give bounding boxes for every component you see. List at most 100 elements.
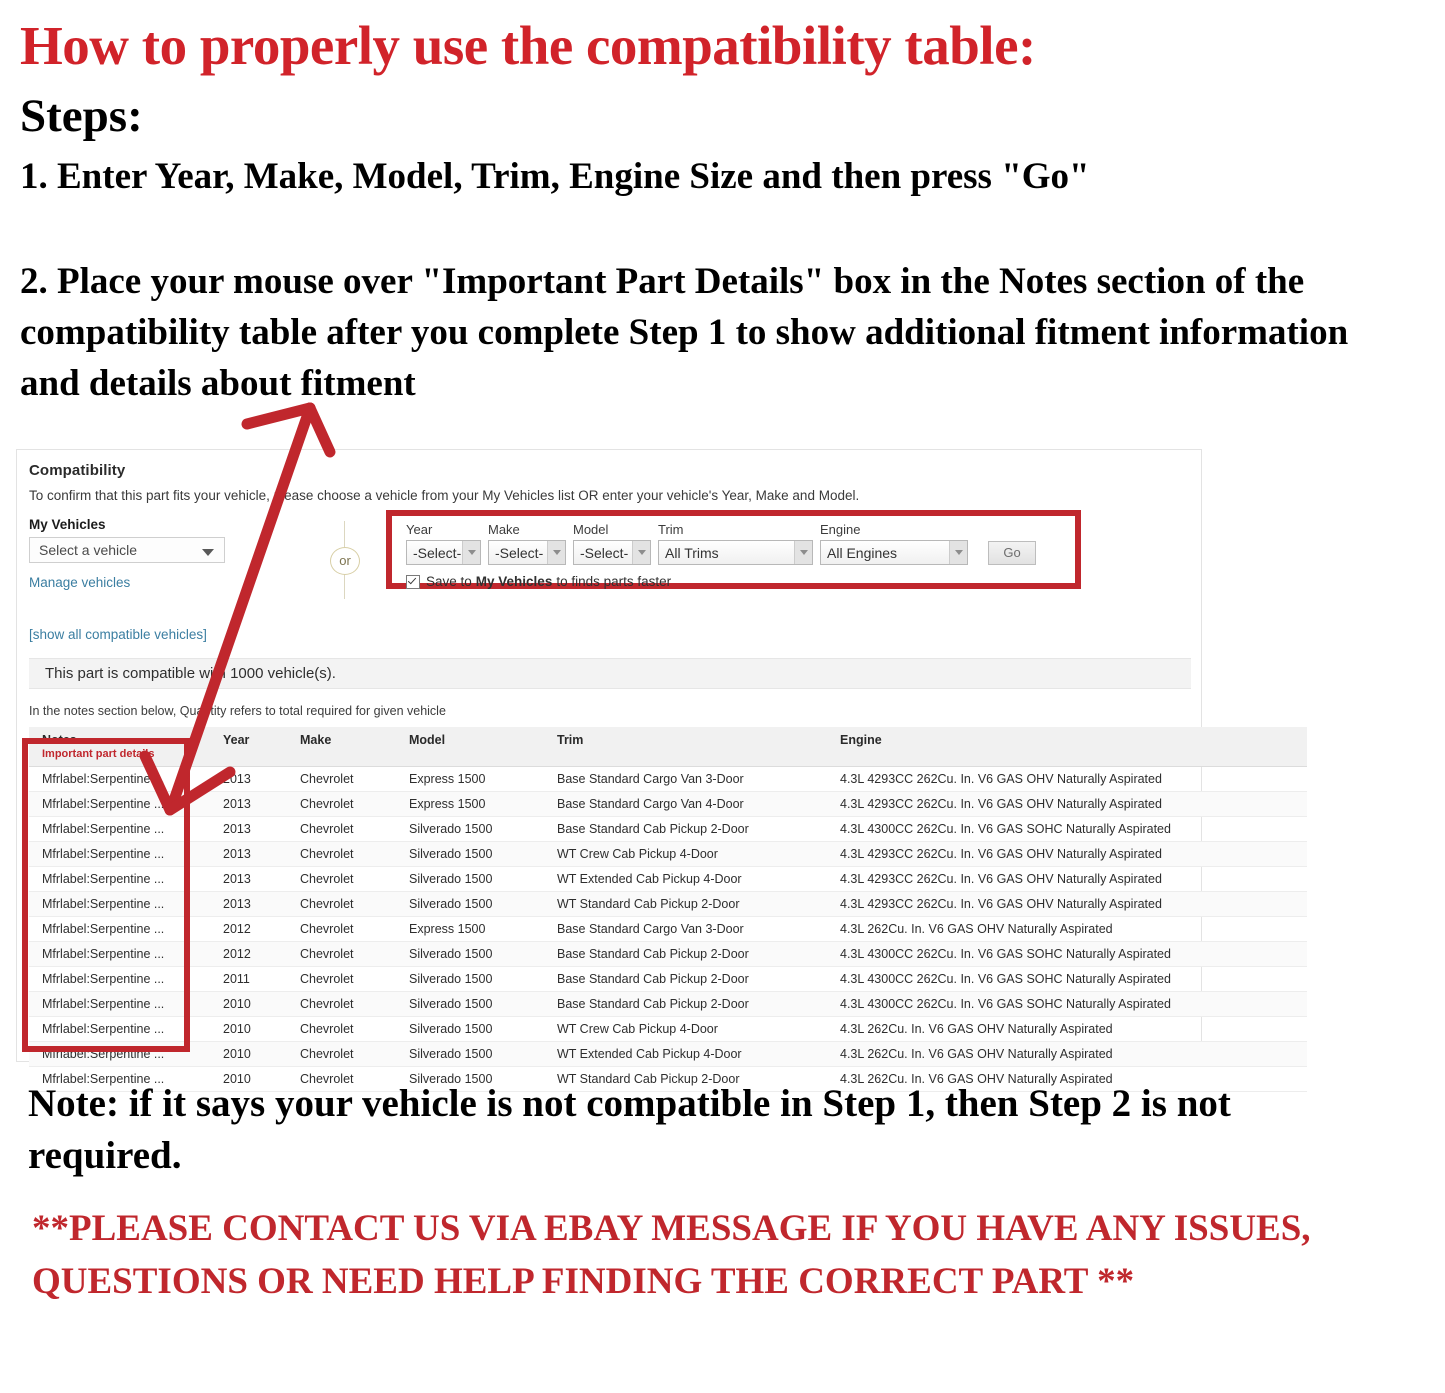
cell-trim: Base Standard Cab Pickup 2-Door [544,991,827,1017]
compatibility-subtitle: To confirm that this part fits your vehi… [29,488,860,503]
table-row[interactable]: Mfrlabel:Serpentine ... 2013 Chevrolet Expr… [29,791,1307,817]
cell-notes: Mfrlabel:Serpentine ... [29,1016,210,1042]
table-row[interactable]: Mfrlabel:Serpentine ... 2013 Chevrolet Silv… [29,866,1307,892]
save-to-my-vehicles-row[interactable]: Save to My Vehicles to finds parts faste… [406,574,1036,589]
cell-engine: 4.3L 4293CC 262Cu. In. V6 GAS OHV Natura… [827,766,1307,792]
cell-make: Chevrolet [287,916,396,942]
table-row[interactable]: Mfrlabel:Serpentine ... 2013 Chevrolet Silv… [29,891,1307,917]
cell-year: 2012 [210,941,287,967]
year-select-value: -Select- [413,544,462,561]
table-row[interactable]: Mfrlabel:Serpentine ... 2010 Chevrolet Silv… [29,991,1307,1017]
cell-make: Chevrolet [287,841,396,867]
cell-notes: Mfrlabel:Serpentine ... [29,866,210,892]
cell-engine: 4.3L 4300CC 262Cu. In. V6 GAS SOHC Natur… [827,941,1307,967]
cell-engine: 4.3L 4293CC 262Cu. In. V6 GAS OHV Natura… [827,866,1307,892]
trim-dropdown-arrow-icon[interactable] [794,541,812,564]
cell-model: Silverado 1500 [396,866,544,892]
table-header-row: Notes Important part details Year Make M… [29,727,1307,767]
bottom-note-text: Note: if it says your vehicle is not com… [28,1082,1231,1177]
cell-make: Chevrolet [287,966,396,992]
cell-trim: WT Extended Cab Pickup 4-Door [544,866,827,892]
make-select[interactable]: -Select- [488,540,566,565]
cell-make: Chevrolet [287,816,396,842]
fitment-table-body: Mfrlabel:Serpentine ... 2013 Chevrolet Expr… [29,766,1307,1092]
model-dropdown-arrow-icon[interactable] [632,541,650,564]
column-header-notes-sublabel: Important part details [42,748,155,760]
cell-engine: 4.3L 4300CC 262Cu. In. V6 GAS SOHC Natur… [827,991,1307,1017]
trim-select-value: All Trims [665,544,719,561]
make-dropdown-arrow-icon[interactable] [547,541,565,564]
or-separator-label: or [330,547,360,575]
cell-notes: Mfrlabel:Serpentine ... [29,891,210,917]
cell-year: 2013 [210,891,287,917]
year-dropdown-arrow-icon[interactable] [462,541,480,564]
manage-vehicles-link[interactable]: Manage vehicles [29,575,279,590]
engine-select[interactable]: All Engines [820,540,968,565]
cell-year: 2013 [210,866,287,892]
cell-make: Chevrolet [287,766,396,792]
cell-notes: Mfrlabel:Serpentine ... [29,966,210,992]
or-separator: or [324,521,366,599]
vehicle-picker-row: My Vehicles Select a vehicle Manage vehi… [29,510,1191,609]
cell-make: Chevrolet [287,1016,396,1042]
model-field: Model -Select- [573,522,651,565]
compatibility-panel: Compatibility To confirm that this part … [16,449,1307,1092]
cell-trim: Base Standard Cab Pickup 2-Door [544,966,827,992]
cell-notes: Mfrlabel:Serpentine ... [29,816,210,842]
compatibility-heading: Compatibility [29,462,126,479]
cell-model: Silverado 1500 [396,966,544,992]
year-field: Year -Select- [406,522,481,565]
table-row[interactable]: Mfrlabel:Serpentine ... 2013 Chevrolet Silv… [29,841,1307,867]
cell-engine: 4.3L 4293CC 262Cu. In. V6 GAS OHV Natura… [827,841,1307,867]
column-header-engine: Engine [827,727,1307,767]
table-row[interactable]: Mfrlabel:Serpentine ... 2013 Chevrolet Silv… [29,816,1307,842]
cell-trim: WT Crew Cab Pickup 4-Door [544,841,827,867]
column-header-notes: Notes Important part details [29,727,210,767]
cell-engine: 4.3L 262Cu. In. V6 GAS OHV Naturally Asp… [827,1016,1307,1042]
cell-notes: Mfrlabel:Serpentine ... [29,991,210,1017]
chevron-down-icon [202,549,214,556]
year-label: Year [406,522,433,537]
cell-make: Chevrolet [287,1041,396,1067]
cell-year: 2012 [210,916,287,942]
cell-year: 2010 [210,1016,287,1042]
cell-trim: WT Crew Cab Pickup 4-Door [544,1016,827,1042]
table-row[interactable]: Mfrlabel:Serpentine ... 2013 Chevrolet Expr… [29,766,1307,792]
year-select[interactable]: -Select- [406,540,481,565]
cell-model: Express 1500 [396,916,544,942]
model-select[interactable]: -Select- [573,540,651,565]
cell-notes: Mfrlabel:Serpentine ... [29,791,210,817]
save-text-bold: My Vehicles [475,574,553,589]
table-row[interactable]: Mfrlabel:Serpentine ... 2010 Chevrolet Silv… [29,1016,1307,1042]
cell-trim: WT Extended Cab Pickup 4-Door [544,1041,827,1067]
cell-model: Silverado 1500 [396,891,544,917]
cell-year: 2013 [210,816,287,842]
cell-engine: 4.3L 262Cu. In. V6 GAS OHV Naturally Asp… [827,1041,1307,1067]
table-row[interactable]: Mfrlabel:Serpentine ... 2012 Chevrolet Expr… [29,916,1307,942]
cell-year: 2013 [210,841,287,867]
column-header-year: Year [210,727,287,767]
cell-engine: 4.3L 4300CC 262Cu. In. V6 GAS SOHC Natur… [827,966,1307,992]
cell-model: Express 1500 [396,791,544,817]
cell-notes: Mfrlabel:Serpentine ... [29,916,210,942]
page-title: How to properly use the compatibility ta… [20,15,1036,76]
model-select-value: -Select- [580,544,629,561]
cell-notes: Mfrlabel:Serpentine ... [29,941,210,967]
cell-notes: Mfrlabel:Serpentine ... [29,766,210,792]
compatibility-result-banner: This part is compatible with 1000 vehicl… [29,658,1191,689]
cell-engine: 4.3L 4300CC 262Cu. In. V6 GAS SOHC Natur… [827,816,1307,842]
trim-select[interactable]: All Trims [658,540,813,565]
table-row[interactable]: Mfrlabel:Serpentine ... 2012 Chevrolet Silv… [29,941,1307,967]
go-button[interactable]: Go [988,541,1036,565]
table-row[interactable]: Mfrlabel:Serpentine ... 2010 Chevrolet Silv… [29,1041,1307,1067]
save-checkbox[interactable] [406,574,420,589]
cell-model: Express 1500 [396,766,544,792]
engine-dropdown-arrow-icon[interactable] [949,541,967,564]
show-all-compatible-vehicles-link[interactable]: [show all compatible vehicles] [29,627,1191,642]
cell-model: Silverado 1500 [396,941,544,967]
table-row[interactable]: Mfrlabel:Serpentine ... 2011 Chevrolet Silv… [29,966,1307,992]
cell-year: 2011 [210,966,287,992]
cell-make: Chevrolet [287,791,396,817]
my-vehicles-select[interactable]: Select a vehicle [29,537,225,563]
cell-trim: Base Standard Cab Pickup 2-Door [544,941,827,967]
